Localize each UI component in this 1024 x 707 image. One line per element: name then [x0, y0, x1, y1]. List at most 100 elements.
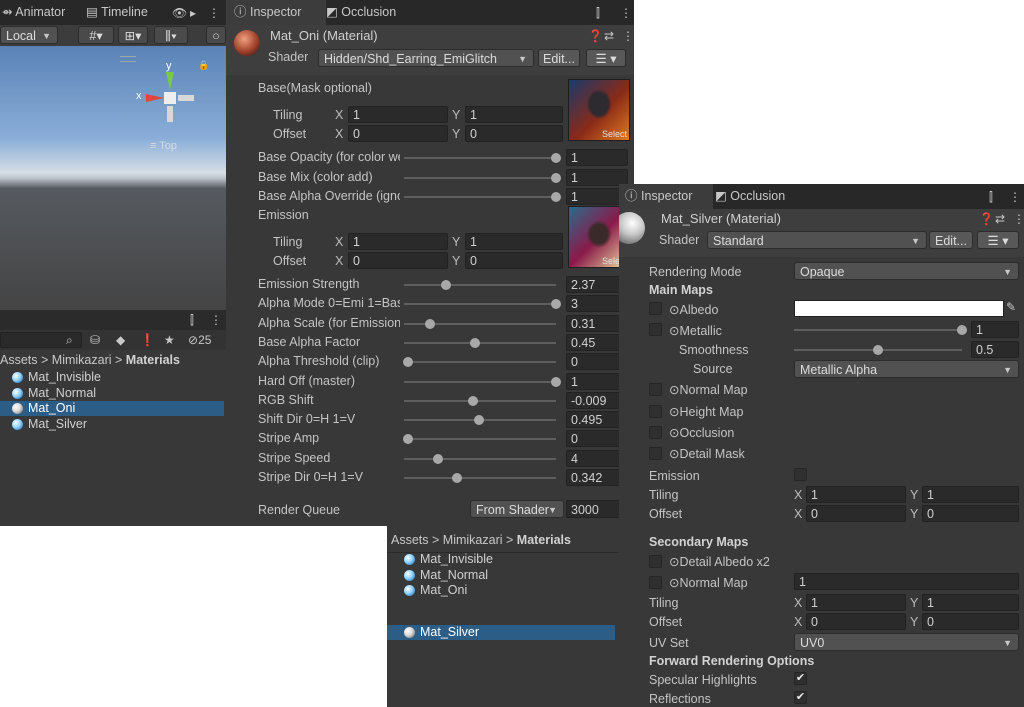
normal-map-slot[interactable] [649, 383, 662, 396]
preset-icon[interactable]: ⇄ [995, 212, 1005, 226]
slider-value[interactable]: 1 [566, 149, 628, 166]
slider-knob[interactable] [441, 280, 452, 290]
kebab-icon[interactable]: ⋮ [1013, 212, 1024, 226]
albedo-color-swatch[interactable] [794, 300, 1004, 317]
slider-knob[interactable] [474, 415, 485, 426]
shader-edit-button[interactable]: Edit... [538, 49, 580, 67]
smoothness-slider-knob[interactable] [873, 345, 883, 355]
emission-checkbox[interactable] [794, 468, 807, 481]
slider-knob[interactable] [469, 337, 480, 348]
metallic-slider[interactable] [794, 329, 962, 331]
render-queue-dropdown[interactable]: From Shader ▼ [470, 500, 564, 518]
emission-tiling-x[interactable]: 1 [348, 233, 448, 250]
visibility-icon[interactable]: 👁 [172, 6, 187, 20]
uv-set-dropdown[interactable]: UV0 ▼ [794, 633, 1019, 651]
breadcrumb-assets[interactable]: Assets [0, 353, 38, 367]
tab-timeline[interactable]: ▤ Timeline [86, 0, 148, 25]
tab-inspector[interactable]: ⓘ Inspector [619, 184, 713, 209]
tab-occlusion[interactable]: ◩ Occlusion [326, 0, 396, 25]
emission-offset-x[interactable]: 0 [348, 252, 448, 269]
shader-menu-button[interactable]: ☰ ▾ [586, 49, 626, 67]
detail-normal-map-slot[interactable] [649, 576, 662, 589]
breadcrumb-mimikazari[interactable]: Mimikazari [52, 353, 112, 367]
slider-track[interactable] [404, 477, 556, 479]
list-item[interactable]: Mat_Normal [0, 386, 224, 401]
detail-albedo-slot[interactable] [649, 555, 662, 568]
occlusion-slot[interactable] [649, 426, 662, 439]
metallic-slider-knob[interactable] [957, 325, 967, 335]
list-item[interactable]: Mat_Invisible [387, 552, 615, 567]
favorite-icon[interactable]: ★ [164, 333, 175, 347]
slider-knob[interactable] [551, 192, 561, 202]
slider-knob[interactable] [468, 395, 479, 406]
kebab-icon[interactable]: ⋮ [210, 313, 222, 327]
breadcrumb-mimikazari[interactable]: Mimikazari [443, 533, 503, 547]
list-item-selected[interactable]: Mat_Silver [387, 625, 615, 640]
label-icon[interactable]: ◆ [116, 333, 125, 347]
slider-knob[interactable] [403, 357, 413, 368]
list-item-selected[interactable]: Mat_Oni [0, 401, 224, 416]
tab-occlusion[interactable]: ◩ Occlusion [715, 184, 785, 209]
slider-track[interactable] [404, 176, 556, 179]
slider-knob[interactable] [432, 453, 443, 464]
specular-highlights-checkbox[interactable]: ✔ [794, 672, 807, 685]
emission-offset-y[interactable]: 0 [465, 252, 563, 269]
sec-tiling-x[interactable]: 1 [806, 594, 906, 611]
metallic-texture-slot[interactable] [649, 323, 662, 336]
search-icon[interactable]: ⌕ [66, 333, 73, 348]
source-dropdown[interactable]: Metallic Alpha ▼ [794, 360, 1019, 378]
shader-dropdown[interactable]: Hidden/Shd_Earring_EmiGlitch ▼ [318, 49, 534, 67]
tab-animator[interactable]: ⇴ Animator [0, 0, 65, 25]
base-tiling-y[interactable]: 1 [465, 106, 563, 123]
base-texture-thumbnail[interactable]: Select [568, 79, 630, 141]
tab-inspector[interactable]: ⓘ Inspector [226, 0, 326, 25]
main-tiling-y[interactable]: 1 [922, 486, 1019, 503]
shader-menu-button[interactable]: ☰ ▾ [977, 231, 1019, 249]
lock-icon[interactable]: ⫿ [989, 190, 993, 205]
main-offset-y[interactable]: 0 [922, 505, 1019, 522]
warning-icon[interactable]: ❗ [140, 333, 155, 347]
slider-knob[interactable] [403, 434, 413, 445]
kebab-icon[interactable]: ⋮ [1009, 190, 1021, 204]
snap-increment-button[interactable]: ⊞▾ [118, 26, 148, 44]
slider-track[interactable] [404, 341, 556, 344]
slider-value[interactable]: 1 [566, 168, 628, 186]
slider-track[interactable] [404, 399, 556, 402]
kebab-icon[interactable]: ⋮ [208, 6, 220, 20]
pivot-local-dropdown[interactable]: Local ▼ [0, 26, 58, 44]
slider-knob[interactable] [425, 318, 436, 329]
breadcrumb-assets[interactable]: Assets [391, 533, 429, 547]
slider-knob[interactable] [551, 172, 561, 183]
slider-track[interactable] [404, 438, 556, 441]
base-tiling-x[interactable]: 1 [348, 106, 448, 123]
emission-tiling-y[interactable]: 1 [465, 233, 563, 250]
breadcrumb-materials[interactable]: Materials [126, 353, 180, 367]
preset-icon[interactable]: ⇄ [604, 29, 614, 43]
slider-knob[interactable] [451, 473, 462, 483]
lock-icon[interactable]: ⫿ [190, 313, 194, 328]
slider-knob[interactable] [551, 153, 561, 163]
shader-dropdown[interactable]: Standard ▼ [707, 231, 927, 249]
detail-mask-slot[interactable] [649, 447, 662, 460]
list-item[interactable]: Mat_Silver [0, 417, 224, 432]
list-item[interactable]: Mat_Oni [387, 583, 615, 598]
kebab-icon[interactable]: ⋮ [620, 6, 632, 20]
filter-type-icon[interactable]: ⛁ [90, 333, 100, 347]
slider-track[interactable] [404, 303, 556, 306]
slider-knob[interactable] [551, 376, 561, 387]
detail-normal-scale[interactable]: 1 [794, 573, 1019, 590]
sec-tiling-y[interactable]: 1 [922, 594, 1019, 611]
help-icon[interactable]: ❓ [588, 29, 603, 43]
help-icon[interactable]: ❓ [979, 212, 994, 226]
slider-track[interactable] [404, 457, 556, 460]
base-offset-x[interactable]: 0 [348, 125, 448, 142]
view-gizmo[interactable]: y x 🔒 [132, 60, 209, 130]
sec-offset-y[interactable]: 0 [922, 613, 1019, 630]
reflections-checkbox[interactable]: ✔ [794, 691, 807, 704]
lock-icon[interactable]: ⫿ [596, 6, 600, 21]
shader-edit-button[interactable]: Edit... [929, 231, 973, 249]
kebab-icon[interactable]: ⋮ [622, 29, 634, 43]
slider-track[interactable] [404, 284, 556, 286]
albedo-texture-slot[interactable] [649, 302, 662, 315]
slider-knob[interactable] [551, 299, 561, 310]
